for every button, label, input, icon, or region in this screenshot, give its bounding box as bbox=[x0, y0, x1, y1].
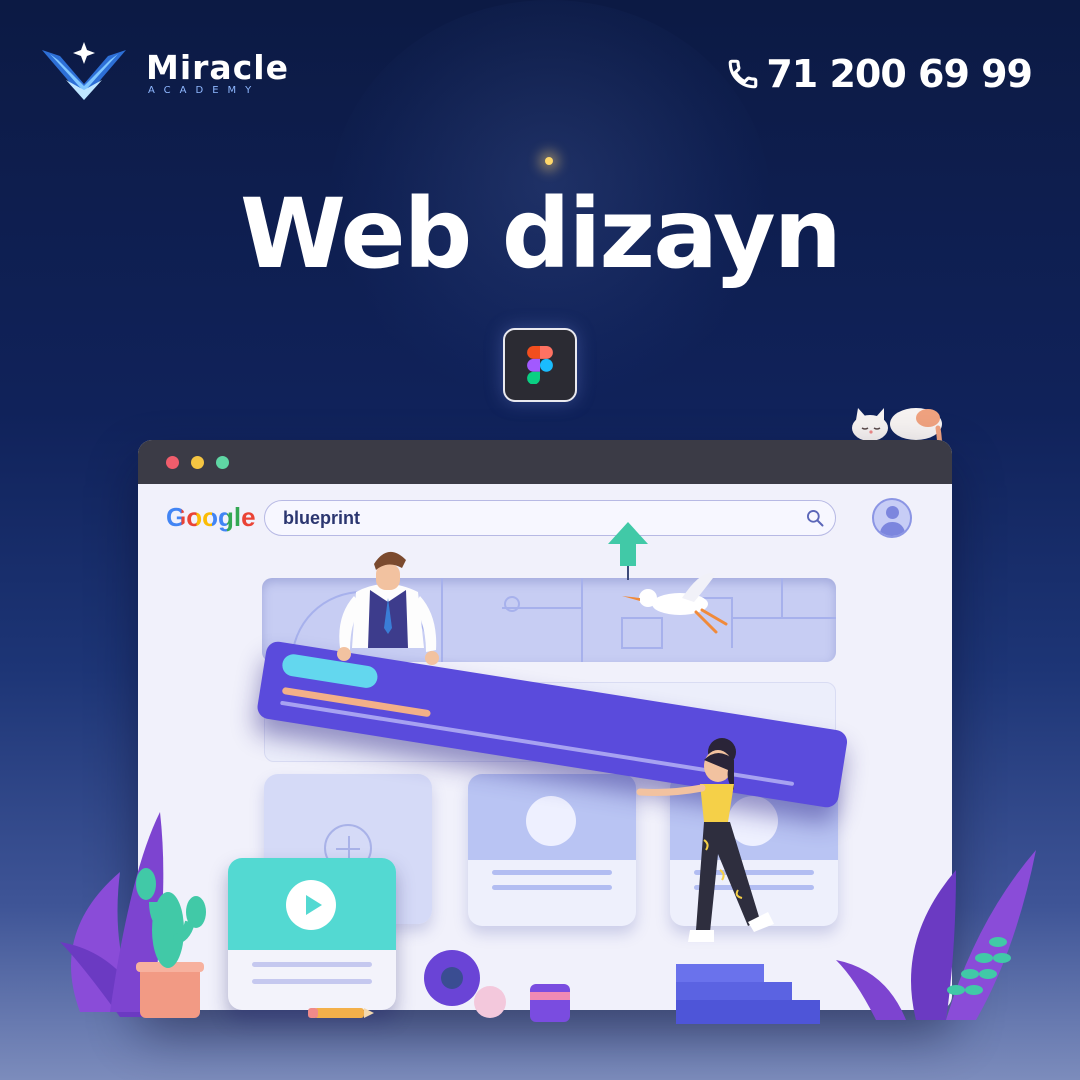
left-plants-illustration bbox=[60, 812, 206, 1018]
browser-toolbar: Google bbox=[138, 484, 952, 554]
google-logo: Google bbox=[166, 502, 256, 533]
figma-badge bbox=[503, 328, 577, 402]
miracle-academy-logo-icon bbox=[42, 42, 126, 100]
search-input[interactable] bbox=[283, 507, 763, 529]
search-engine-name: Google bbox=[166, 502, 256, 532]
content-card[interactable] bbox=[468, 774, 636, 926]
phone-contact[interactable]: 71 200 69 99 bbox=[726, 52, 1033, 96]
brand-logo: Miracle ACADEMY bbox=[36, 38, 289, 108]
headline: Web dizayn bbox=[240, 178, 842, 290]
stairs-illustration bbox=[676, 964, 820, 1024]
search-bar[interactable] bbox=[264, 500, 836, 536]
man-character-illustration bbox=[337, 551, 439, 665]
light-spark bbox=[545, 157, 553, 165]
pencil-icon bbox=[308, 1008, 374, 1018]
close-dot[interactable] bbox=[166, 455, 179, 469]
bird-illustration bbox=[622, 573, 728, 634]
browser-title-bar bbox=[138, 440, 952, 484]
minimize-dot[interactable] bbox=[191, 455, 204, 469]
figma-icon bbox=[527, 346, 553, 384]
phone-number: 71 200 69 99 bbox=[766, 52, 1033, 96]
woman-character-illustration bbox=[636, 738, 774, 942]
play-button[interactable] bbox=[286, 880, 336, 930]
play-icon bbox=[306, 895, 322, 915]
brand-name: Miracle bbox=[146, 47, 289, 87]
phone-icon bbox=[729, 59, 758, 89]
right-plants-illustration bbox=[836, 850, 1036, 1020]
floor-decorations bbox=[424, 950, 570, 1022]
video-card[interactable] bbox=[228, 858, 396, 1010]
user-avatar[interactable] bbox=[872, 498, 912, 538]
maximize-dot[interactable] bbox=[216, 455, 229, 469]
search-icon[interactable] bbox=[805, 508, 825, 528]
